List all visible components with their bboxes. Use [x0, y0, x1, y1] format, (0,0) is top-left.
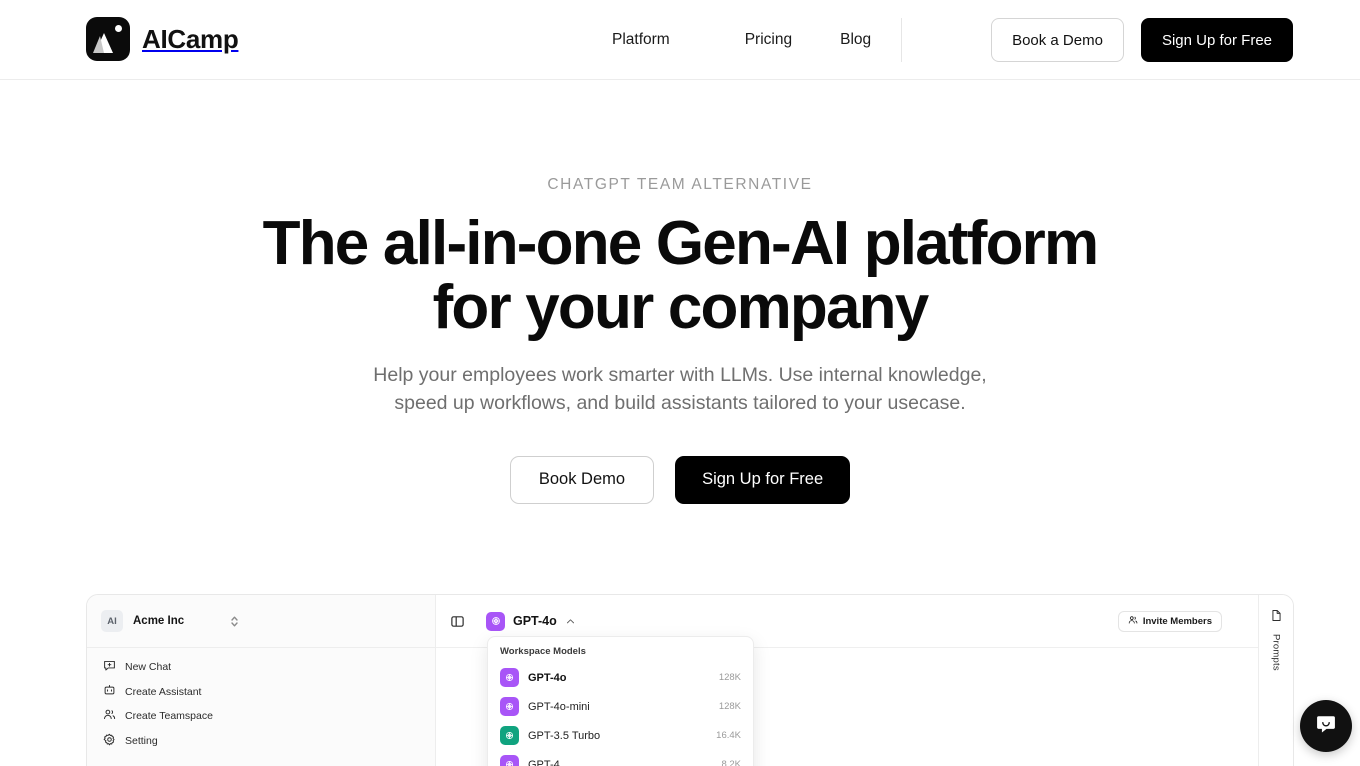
model-option-label: GPT-4o-mini — [528, 701, 710, 713]
prompts-tab-label[interactable]: Prompts — [1271, 634, 1282, 671]
model-dropdown-panel: Workspace Models GPT-4o 128K GPT-4o-mini — [487, 636, 754, 766]
site-header: AICamp Platform Pricing Blog Book a Demo… — [0, 0, 1360, 80]
sidebar-item-label: Create Teamspace — [125, 710, 213, 722]
users-icon — [103, 708, 116, 724]
hero-actions: Book Demo Sign Up for Free — [0, 456, 1360, 504]
model-context-length: 128K — [719, 672, 741, 683]
message-plus-icon — [103, 659, 116, 675]
model-context-length: 16.4K — [716, 730, 741, 741]
brand-name: AICamp — [142, 24, 238, 55]
sidebar-item-create-assistant[interactable]: Create Assistant — [103, 684, 435, 700]
document-icon[interactable] — [1270, 609, 1283, 627]
dropdown-section-label: Workspace Models — [488, 644, 753, 663]
workspace-name: Acme Inc — [133, 615, 184, 627]
hero-section: CHATGPT TEAM ALTERNATIVE The all-in-one … — [0, 80, 1360, 504]
invite-members-button[interactable]: Invite Members — [1118, 611, 1222, 632]
model-option-gpt-4o-mini[interactable]: GPT-4o-mini 128K — [488, 692, 753, 721]
hero-book-demo-button[interactable]: Book Demo — [510, 456, 654, 504]
openai-model-icon — [500, 726, 519, 745]
users-icon — [1128, 615, 1138, 628]
current-model-label: GPT-4o — [513, 614, 557, 628]
chat-bubble-icon — [1313, 711, 1339, 742]
header-signup-button[interactable]: Sign Up for Free — [1141, 18, 1293, 62]
model-option-label: GPT-4 — [528, 759, 712, 766]
openai-model-icon — [500, 697, 519, 716]
product-screenshot-mockup: AI Acme Inc New Chat — [86, 594, 1294, 766]
nav-link-pricing[interactable]: Pricing — [745, 25, 792, 55]
sidebar-item-setting[interactable]: Setting — [103, 733, 435, 749]
brand-logo-link[interactable]: AICamp — [86, 17, 238, 61]
openai-model-icon — [486, 612, 505, 631]
header-book-demo-button[interactable]: Book a Demo — [991, 18, 1124, 62]
chevron-updown-icon — [230, 615, 239, 628]
sidebar-item-create-teamspace[interactable]: Create Teamspace — [103, 708, 435, 724]
sidebar-toggle-icon[interactable] — [450, 614, 465, 629]
gear-icon — [103, 733, 116, 749]
model-option-gpt-3-5-turbo[interactable]: GPT-3.5 Turbo 16.4K — [488, 721, 753, 750]
nav-link-blog[interactable]: Blog — [840, 25, 871, 55]
workspace-avatar: AI — [101, 610, 123, 632]
mock-right-rail: Prompts — [1258, 595, 1293, 766]
workspace-switcher[interactable]: AI Acme Inc — [87, 595, 435, 648]
headline-line-1: The all-in-one Gen-AI platform — [263, 209, 1098, 278]
model-option-label: GPT-3.5 Turbo — [528, 730, 707, 742]
header-divider — [901, 18, 902, 62]
hero-signup-button[interactable]: Sign Up for Free — [675, 456, 850, 504]
mock-main-area: GPT-4o Invite Members Workspa — [436, 595, 1258, 766]
headline-line-2: for your company — [433, 273, 928, 342]
aicamp-logo-icon — [86, 17, 130, 61]
sidebar-item-new-chat[interactable]: New Chat — [103, 659, 435, 675]
invite-members-label: Invite Members — [1143, 616, 1212, 627]
sidebar-item-label: Setting — [125, 735, 158, 747]
openai-model-icon — [500, 668, 519, 687]
model-option-gpt-4o[interactable]: GPT-4o 128K — [488, 663, 753, 692]
page-title: The all-in-one Gen-AI platform for your … — [0, 212, 1360, 341]
mock-sidebar-nav: New Chat Create Assistant — [87, 648, 435, 749]
model-option-label: GPT-4o — [528, 672, 710, 684]
hero-subheading: Help your employees work smarter with LL… — [370, 362, 990, 417]
model-context-length: 128K — [719, 701, 741, 712]
primary-nav: Platform Pricing Blog — [612, 0, 871, 80]
mock-sidebar: AI Acme Inc New Chat — [87, 595, 436, 766]
chat-support-button[interactable] — [1300, 700, 1352, 752]
hero-eyebrow: CHATGPT TEAM ALTERNATIVE — [0, 177, 1360, 193]
openai-model-icon — [500, 755, 519, 766]
chevron-up-icon — [565, 616, 576, 627]
robot-icon — [103, 684, 116, 700]
model-context-length: 8.2K — [721, 759, 741, 766]
sidebar-item-label: New Chat — [125, 661, 171, 673]
nav-link-platform[interactable]: Platform — [612, 25, 670, 55]
header-actions: Book a Demo Sign Up for Free — [991, 18, 1293, 62]
model-selector[interactable]: GPT-4o — [486, 612, 576, 631]
sidebar-item-label: Create Assistant — [125, 686, 201, 698]
